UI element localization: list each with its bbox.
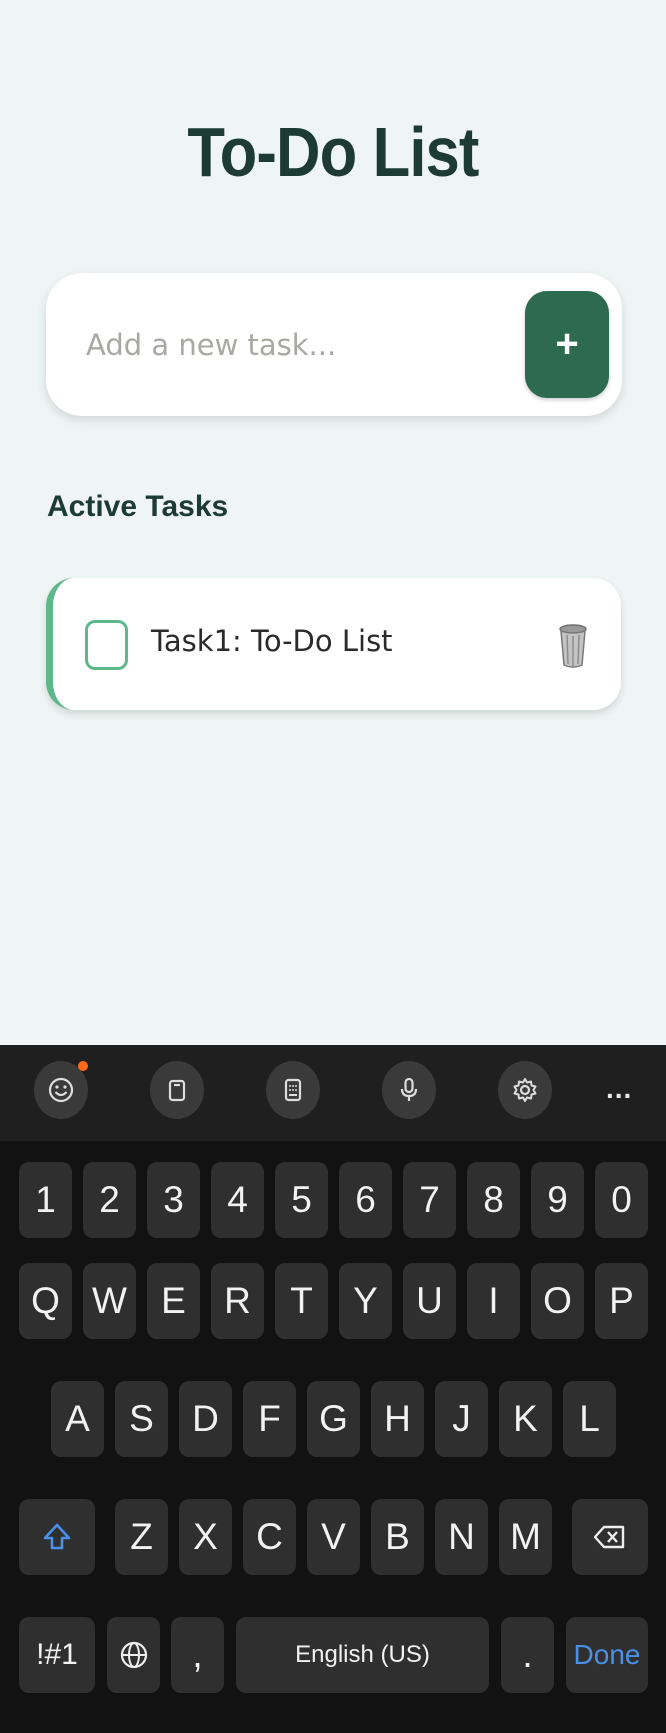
task-text: Task1: To-Do List bbox=[151, 624, 393, 658]
key-b[interactable]: B bbox=[371, 1499, 424, 1575]
symbols-key[interactable]: !#1 bbox=[19, 1617, 95, 1693]
key-o[interactable]: O bbox=[531, 1263, 584, 1339]
task-checkbox[interactable] bbox=[85, 620, 128, 670]
done-key[interactable]: Done bbox=[566, 1617, 648, 1693]
task-item: Task1: To-Do List bbox=[46, 578, 621, 710]
key-6[interactable]: 6 bbox=[339, 1162, 392, 1238]
key-e[interactable]: E bbox=[147, 1263, 200, 1339]
keyboard-toolbar: ... bbox=[0, 1045, 666, 1141]
key-5[interactable]: 5 bbox=[275, 1162, 328, 1238]
key-w[interactable]: W bbox=[83, 1263, 136, 1339]
key-r[interactable]: R bbox=[211, 1263, 264, 1339]
period-key[interactable]: . bbox=[501, 1617, 554, 1693]
key-u[interactable]: U bbox=[403, 1263, 456, 1339]
key-s[interactable]: S bbox=[115, 1381, 168, 1457]
key-4[interactable]: 4 bbox=[211, 1162, 264, 1238]
key-l[interactable]: L bbox=[563, 1381, 616, 1457]
key-x[interactable]: X bbox=[179, 1499, 232, 1575]
shift-arrow-icon bbox=[43, 1523, 71, 1550]
clipboard-icon[interactable] bbox=[150, 1061, 204, 1119]
key-9[interactable]: 9 bbox=[531, 1162, 584, 1238]
key-2[interactable]: 2 bbox=[83, 1162, 136, 1238]
key-k[interactable]: K bbox=[499, 1381, 552, 1457]
backspace-icon bbox=[593, 1525, 625, 1549]
more-options-button[interactable]: ... bbox=[606, 1073, 632, 1105]
mic-icon[interactable] bbox=[382, 1061, 436, 1119]
task-input[interactable] bbox=[86, 313, 506, 377]
key-g[interactable]: G bbox=[307, 1381, 360, 1457]
key-z[interactable]: Z bbox=[115, 1499, 168, 1575]
section-title: Active Tasks bbox=[47, 490, 229, 523]
trash-icon[interactable] bbox=[558, 620, 588, 670]
shift-key[interactable] bbox=[19, 1499, 95, 1575]
key-n[interactable]: N bbox=[435, 1499, 488, 1575]
space-key[interactable]: English (US) bbox=[236, 1617, 489, 1693]
key-8[interactable]: 8 bbox=[467, 1162, 520, 1238]
key-p[interactable]: P bbox=[595, 1263, 648, 1339]
todo-app: To-Do List + Active Tasks Task1: To-Do L… bbox=[0, 0, 666, 1045]
key-i[interactable]: I bbox=[467, 1263, 520, 1339]
globe-icon bbox=[120, 1641, 147, 1669]
key-f[interactable]: F bbox=[243, 1381, 296, 1457]
comma-key[interactable]: , bbox=[171, 1617, 224, 1693]
key-a[interactable]: A bbox=[51, 1381, 104, 1457]
on-screen-keyboard: ... 1 2 3 4 5 6 7 8 9 0 Q W E R T Y U I … bbox=[0, 1045, 666, 1733]
key-y[interactable]: Y bbox=[339, 1263, 392, 1339]
key-1[interactable]: 1 bbox=[19, 1162, 72, 1238]
key-v[interactable]: V bbox=[307, 1499, 360, 1575]
page-title: To-Do List bbox=[187, 113, 479, 191]
notification-dot bbox=[78, 1061, 88, 1071]
gear-icon[interactable] bbox=[498, 1061, 552, 1119]
language-key[interactable] bbox=[107, 1617, 160, 1693]
key-3[interactable]: 3 bbox=[147, 1162, 200, 1238]
add-task-card: + bbox=[46, 273, 622, 416]
key-c[interactable]: C bbox=[243, 1499, 296, 1575]
key-h[interactable]: H bbox=[371, 1381, 424, 1457]
key-d[interactable]: D bbox=[179, 1381, 232, 1457]
key-j[interactable]: J bbox=[435, 1381, 488, 1457]
key-t[interactable]: T bbox=[275, 1263, 328, 1339]
backspace-key[interactable] bbox=[572, 1499, 648, 1575]
key-0[interactable]: 0 bbox=[595, 1162, 648, 1238]
keypad-icon[interactable] bbox=[266, 1061, 320, 1119]
key-m[interactable]: M bbox=[499, 1499, 552, 1575]
add-task-button[interactable]: + bbox=[525, 291, 609, 398]
key-q[interactable]: Q bbox=[19, 1263, 72, 1339]
key-7[interactable]: 7 bbox=[403, 1162, 456, 1238]
